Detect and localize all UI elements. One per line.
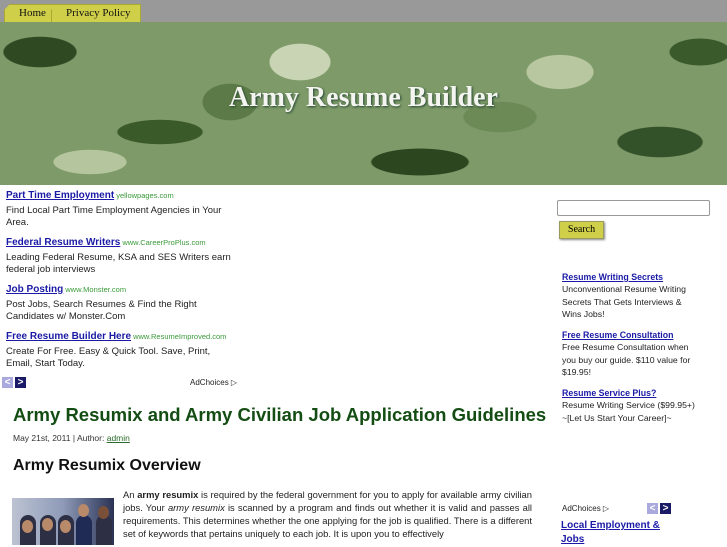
top-nav: Home Privacy Policy [0,0,727,22]
section-heading: Army Resumix Overview [13,457,201,474]
ad-text: Post Jobs, Search Resumes & Find the Rig… [6,299,197,322]
post-meta: May 21st, 2011 | Author: admin [13,433,130,443]
adchoices-label: AdChoices [190,378,229,387]
sidebar-ad-title[interactable]: Resume Writing Secrets [562,271,702,283]
adchoices-link[interactable]: AdChoices ▷ [190,378,237,387]
sidebar-ad: Free Resume Consultation Free Resume Con… [562,329,702,378]
post-date: May 21st, 2011 | Author: [13,433,107,443]
sidebar-adchoices-link[interactable]: AdChoices ▷ [562,504,609,513]
sidebar-ad-text: Free Resume Consultation when you buy ou… [562,342,691,377]
sidebar-ad-text: Resume Writing Service ($99.95+) ~[Let U… [562,400,695,423]
tab-home[interactable]: Home [4,4,57,22]
team-photo [12,498,114,545]
ad-title[interactable]: Federal Resume Writers [6,237,120,248]
ad-title[interactable]: Job Posting [6,284,63,295]
ad-url[interactable]: yellowpages.com [116,191,174,200]
sidebar-next-arrow-icon[interactable]: > [660,503,671,514]
sidebar-prev-arrow-icon[interactable]: < [647,503,658,514]
ad-title[interactable]: Free Resume Builder Here [6,331,131,342]
ad-prev-arrow-icon[interactable]: < [2,377,13,388]
ad-url[interactable]: www.ResumeImproved.com [133,332,226,341]
ad-url[interactable]: www.CareerProPlus.com [122,238,205,247]
ad-title[interactable]: Part Time Employment [6,190,114,201]
ad-unit: Federal Resume Writers www.CareerProPlus.… [6,237,236,276]
ad-text: Find Local Part Time Employment Agencies… [6,205,222,228]
local-employment-link[interactable]: Local Employment & Jobs [561,519,671,547]
search-input[interactable] [557,200,710,216]
sidebar-ad-text: Unconventional Resume Writing Secrets Th… [562,284,686,319]
adchoices-label: AdChoices [562,504,601,513]
sidebar-ad-title[interactable]: Free Resume Consultation [562,329,702,341]
ad-url[interactable]: www.Monster.com [65,285,126,294]
post-body: An army resumix is required by the feder… [123,489,532,539]
tab-privacy-policy[interactable]: Privacy Policy [51,4,142,22]
post-title[interactable]: Army Resumix and Army Civilian Job Appli… [13,404,546,426]
ad-text: Leading Federal Resume, KSA and SES Writ… [6,252,231,275]
camo-header: Army Resume Builder [0,22,727,185]
ad-text: Create For Free. Easy & Quick Tool. Save… [6,346,211,369]
sidebar-ad-title[interactable]: Resume Service Plus? [562,387,702,399]
ad-next-arrow-icon[interactable]: > [15,377,26,388]
site-title[interactable]: Army Resume Builder [0,82,727,114]
ad-unit: Free Resume Builder Here www.ResumeImprov… [6,331,236,370]
search-button[interactable]: Search [559,221,604,239]
ad-unit: Job Posting www.Monster.com Post Jobs, Sea… [6,284,236,323]
sidebar-ad: Resume Service Plus? Resume Writing Serv… [562,387,702,424]
author-link[interactable]: admin [107,433,130,443]
ad-unit: Part Time Employment yellowpages.com Find … [6,190,236,229]
sidebar-ad: Resume Writing Secrets Unconventional Re… [562,271,702,320]
